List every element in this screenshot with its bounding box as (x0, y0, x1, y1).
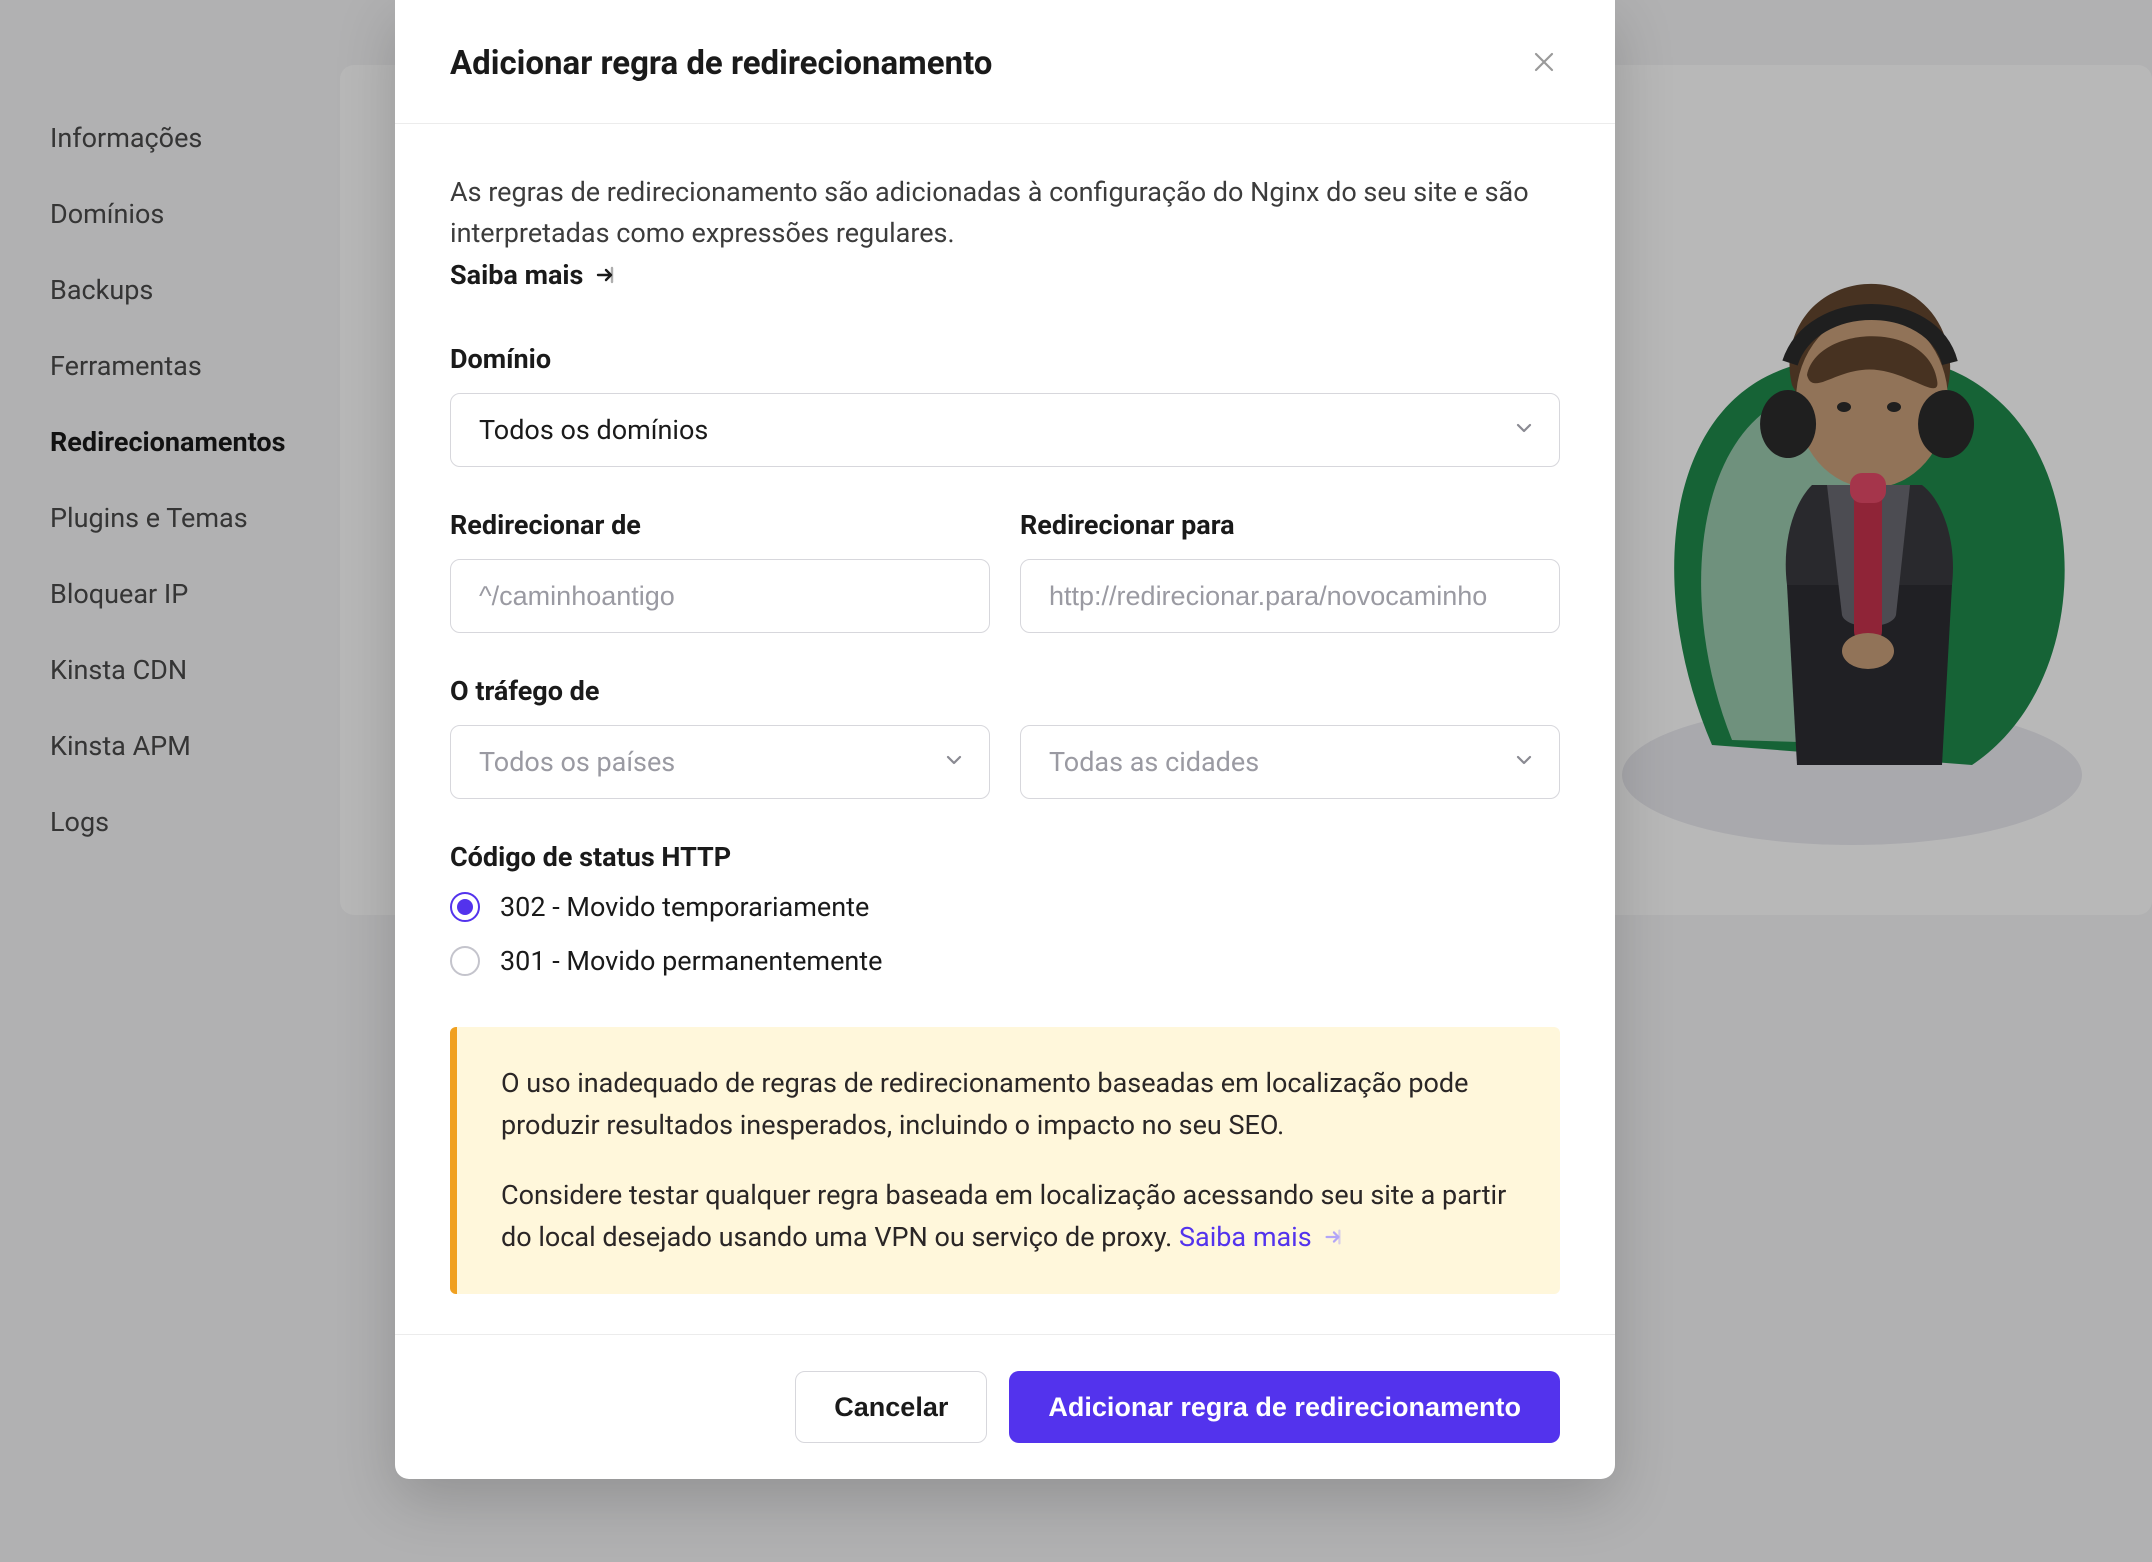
redirect-to-field: Redirecionar para (1020, 509, 1560, 633)
redirect-to-input[interactable] (1020, 559, 1560, 633)
close-button[interactable] (1528, 48, 1560, 80)
external-link-icon (593, 263, 617, 287)
submit-button[interactable]: Adicionar regra de redirecionamento (1009, 1371, 1560, 1443)
domain-select-value: Todos os domínios (479, 414, 708, 446)
cities-select-placeholder: Todas as cidades (1049, 746, 1259, 778)
modal-body: As regras de redirecionamento são adicio… (395, 124, 1615, 1334)
intro-text: As regras de redirecionamento são adicio… (450, 172, 1560, 253)
redirect-from-field: Redirecionar de (450, 509, 990, 633)
http-status-label: Código de status HTTP (450, 841, 1560, 873)
domain-select[interactable]: Todos os domínios (450, 393, 1560, 467)
warning-learn-more-label: Saiba mais (1179, 1217, 1312, 1259)
domain-field: Domínio Todos os domínios (450, 343, 1560, 467)
close-icon (1533, 51, 1555, 77)
cancel-button[interactable]: Cancelar (795, 1371, 987, 1443)
redirect-from-input[interactable] (450, 559, 990, 633)
cities-select[interactable]: Todas as cidades (1020, 725, 1560, 799)
add-redirect-modal: Adicionar regra de redirecionamento As r… (395, 0, 1615, 1479)
radio-icon (450, 892, 480, 922)
chevron-down-icon (1513, 414, 1535, 446)
chevron-down-icon (943, 746, 965, 778)
warning-learn-more-link[interactable]: Saiba mais (1179, 1217, 1344, 1259)
radio-icon (450, 946, 480, 976)
learn-more-label: Saiba mais (450, 259, 583, 291)
domain-label: Domínio (450, 343, 1560, 375)
redirect-from-label: Redirecionar de (450, 509, 990, 541)
traffic-from-label: O tráfego de (450, 675, 1560, 707)
chevron-down-icon (1513, 746, 1535, 778)
warning-text: Considere testar qualquer regra baseada … (501, 1179, 1506, 1253)
redirect-to-label: Redirecionar para (1020, 509, 1560, 541)
countries-select[interactable]: Todos os países (450, 725, 990, 799)
warning-paragraph-1: O uso inadequado de regras de redirecion… (501, 1063, 1516, 1147)
countries-select-placeholder: Todos os países (479, 746, 675, 778)
warning-paragraph-2: Considere testar qualquer regra baseada … (501, 1175, 1516, 1259)
warning-box: O uso inadequado de regras de redirecion… (450, 1027, 1560, 1294)
learn-more-link[interactable]: Saiba mais (450, 259, 617, 291)
external-link-icon (1322, 1226, 1344, 1248)
status-302-radio[interactable]: 302 - Movido temporariamente (450, 891, 1560, 923)
modal-title: Adicionar regra de redirecionamento (450, 44, 992, 83)
status-302-label: 302 - Movido temporariamente (500, 891, 869, 923)
http-status-field: Código de status HTTP 302 - Movido tempo… (450, 841, 1560, 977)
status-301-label: 301 - Movido permanentemente (500, 945, 882, 977)
modal-header: Adicionar regra de redirecionamento (395, 0, 1615, 124)
modal-footer: Cancelar Adicionar regra de redirecionam… (395, 1334, 1615, 1479)
status-301-radio[interactable]: 301 - Movido permanentemente (450, 945, 1560, 977)
